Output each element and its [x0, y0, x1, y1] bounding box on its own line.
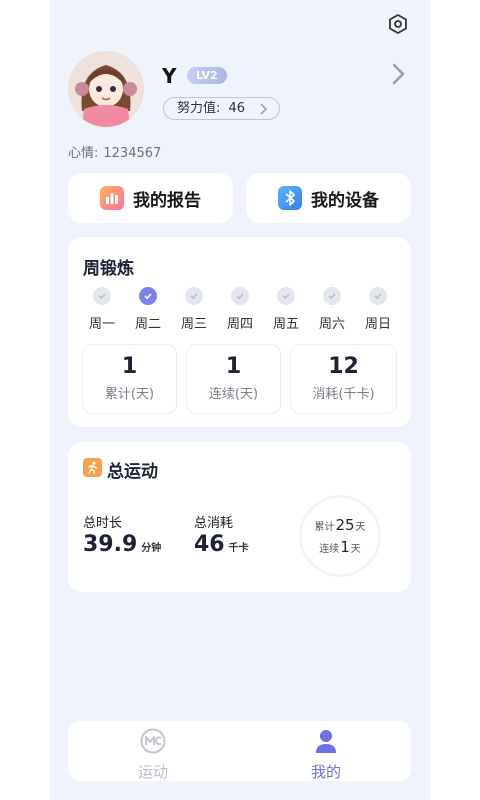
total-title: 总运动	[107, 462, 158, 482]
day-wed: 周三	[172, 287, 216, 332]
ring-cumulative-unit: 天	[355, 522, 366, 533]
day-label: 周日	[364, 317, 391, 332]
ring-cumulative-value: 25	[335, 516, 355, 534]
weekly-exercise-card: 周锻炼 周一 周二 周三 周四 周五 周六 周日 1 累计(天) 1 连续(天)…	[68, 237, 411, 427]
day-label: 周五	[272, 317, 299, 332]
duration-value-row: 39.9 分钟	[83, 532, 161, 557]
check-icon	[369, 287, 387, 305]
settings-icon[interactable]	[387, 13, 409, 35]
day-label: 周一	[88, 317, 115, 332]
running-icon	[83, 458, 102, 477]
stat-value: 12	[328, 354, 359, 379]
phone-screen: Y LV2 努力值: 46 心情: 1234567 我的报告 我的设备 周锻炼 周…	[50, 0, 430, 800]
day-sun: 周日	[356, 287, 400, 332]
my-device-button[interactable]: 我的设备	[246, 173, 411, 223]
check-icon	[231, 287, 249, 305]
ring-cumulative-label: 累计	[314, 522, 335, 533]
stat-value: 1	[121, 354, 138, 379]
day-sat: 周六	[310, 287, 354, 332]
my-device-label: 我的设备	[311, 190, 379, 211]
summary-ring: 累计25天 连续1天	[299, 495, 381, 577]
day-label: 周四	[226, 317, 253, 332]
tab-mine-label: 我的	[310, 763, 341, 781]
stat-value: 1	[225, 354, 242, 379]
report-chart-icon	[100, 186, 124, 210]
ring-streak: 连续1天	[302, 538, 378, 556]
bluetooth-icon	[278, 186, 302, 210]
ring-streak-label: 连续	[319, 544, 340, 555]
total-exercise-card: 总运动 总时长 39.9 分钟 总消耗 46 千卡 累计25天 连续1天	[68, 442, 411, 592]
mood-label: 心情:	[68, 146, 99, 161]
duration-unit: 分钟	[141, 543, 162, 554]
day-label: 周六	[318, 317, 345, 332]
profile-chevron-right-icon[interactable]	[391, 63, 405, 85]
user-profile-icon	[316, 730, 336, 753]
check-icon	[185, 287, 203, 305]
day-fri: 周五	[264, 287, 308, 332]
check-icon	[93, 287, 111, 305]
day-label: 周二	[134, 317, 161, 332]
stat-label: 累计(天)	[104, 387, 155, 402]
stat-cumulative-days: 1 累计(天)	[82, 344, 177, 414]
week-days-row: 周一 周二 周三 周四 周五 周六 周日	[80, 287, 400, 332]
weekly-title: 周锻炼	[83, 259, 134, 279]
avatar[interactable]	[68, 51, 144, 127]
stat-label: 消耗(千卡)	[312, 387, 375, 402]
exercise-logo-icon	[140, 728, 166, 754]
username: Y	[162, 64, 177, 88]
calorie-value: 46	[194, 532, 225, 557]
calorie-unit: 千卡	[228, 543, 249, 554]
my-report-label: 我的报告	[133, 190, 201, 211]
duration-label: 总时长	[83, 516, 123, 531]
day-mon: 周一	[80, 287, 124, 332]
ring-cumulative: 累计25天	[302, 516, 378, 534]
mood-value: 1234567	[103, 146, 162, 161]
day-label: 周三	[180, 317, 207, 332]
effort-value: 46	[228, 101, 246, 116]
stat-calories: 12 消耗(千卡)	[290, 344, 397, 414]
effort-label: 努力值:	[177, 101, 221, 116]
mood-text: 心情: 1234567	[68, 142, 161, 161]
stat-streak-days: 1 连续(天)	[186, 344, 281, 414]
chevron-right-icon	[260, 103, 268, 115]
stat-label: 连续(天)	[208, 387, 259, 402]
duration-value: 39.9	[83, 532, 138, 557]
calorie-label: 总消耗	[194, 516, 234, 531]
calorie-value-row: 46 千卡	[194, 532, 249, 557]
day-tue: 周二	[126, 287, 170, 332]
ring-streak-unit: 天	[350, 544, 361, 555]
tab-mine[interactable]: 我的	[286, 727, 366, 782]
effort-button[interactable]: 努力值: 46	[163, 97, 280, 120]
tab-exercise-label: 运动	[137, 763, 168, 781]
level-badge: LV2	[187, 67, 227, 84]
tab-exercise[interactable]: 运动	[113, 727, 193, 782]
my-report-button[interactable]: 我的报告	[68, 173, 233, 223]
bottom-tab-bar: 运动 我的	[68, 721, 411, 781]
check-icon	[323, 287, 341, 305]
day-thu: 周四	[218, 287, 262, 332]
ring-streak-value: 1	[340, 538, 350, 556]
check-icon	[139, 287, 157, 305]
check-icon	[277, 287, 295, 305]
